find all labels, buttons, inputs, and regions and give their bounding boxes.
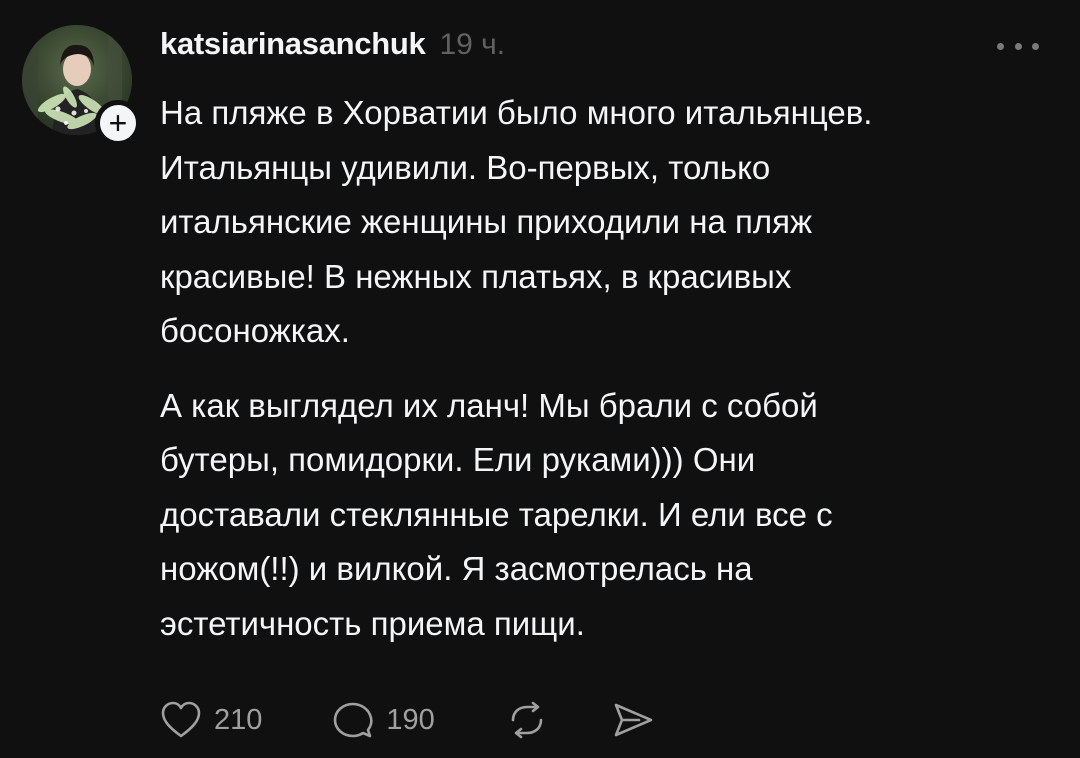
text-line: доставали стеклянные тарелки. И ели все … <box>160 495 833 533</box>
text-line: На пляже в Хорватии было много итальянце… <box>160 94 873 131</box>
repost-icon <box>511 701 543 739</box>
repost-button[interactable] <box>505 700 549 740</box>
thread-post: + katsiarinasanchuk 19 ч. На пляже в Хор… <box>0 0 1080 758</box>
post-paragraph: А как выглядел их ланч! Мы брали с собой… <box>160 379 1040 652</box>
text-line: ножом(!!) и вилкой. Я засмотрелась на <box>160 550 753 587</box>
reply-button[interactable]: 190 <box>332 700 435 740</box>
text-line: Итальянцы удивили. Во-первых, только <box>160 148 771 186</box>
comment-icon <box>334 702 374 738</box>
author-avatar-area[interactable]: + <box>22 25 141 146</box>
follow-button[interactable]: + <box>95 100 141 146</box>
share-button[interactable] <box>611 700 655 740</box>
more-options-button[interactable] <box>997 38 1039 54</box>
text-line: эстетичность приема пищи. <box>160 604 585 642</box>
text-line: босоножках. <box>160 312 350 349</box>
text-line: бутеры, помидорки. Ели руками))) Они <box>160 441 756 478</box>
text-line: А как выглядел их ланч! Мы брали с собой <box>160 386 818 424</box>
post-paragraph: На пляже в Хорватии было много итальянце… <box>160 86 1040 359</box>
more-horizontal-icon <box>997 42 1004 50</box>
post-actions: 210 190 <box>160 696 655 744</box>
heart-icon <box>161 701 201 738</box>
like-button[interactable]: 210 <box>160 700 262 740</box>
send-icon <box>614 703 653 737</box>
post-body: На пляже в Хорватии было много итальянце… <box>160 86 1040 651</box>
text-line: итальянские женщины приходили на пляж <box>160 203 813 240</box>
post-header: katsiarinasanchuk 19 ч. <box>160 26 505 66</box>
username[interactable]: katsiarinasanchuk <box>160 26 426 62</box>
like-count: 210 <box>214 703 263 736</box>
reply-count: 190 <box>386 703 435 736</box>
text-line: красивые! В нежных платьях, в красивых <box>160 257 792 295</box>
timestamp: 19 ч. <box>439 28 506 61</box>
plus-icon: + <box>108 105 128 141</box>
